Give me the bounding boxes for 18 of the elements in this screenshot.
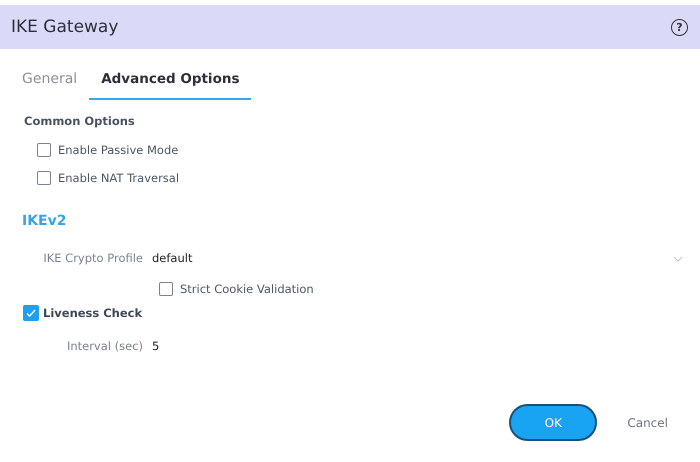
window-title: IKE Gateway [11,17,118,37]
checkbox[interactable] [23,305,39,321]
dropdown-field[interactable]: default [152,251,683,265]
cancel-button[interactable]: Cancel [627,416,668,430]
checkbox[interactable] [37,143,51,157]
help-icon[interactable]: ? [671,18,688,36]
section-heading: IKEv2 [22,213,68,229]
checkbox-label: Strict Cookie Validation [180,282,314,296]
tab[interactable]: Advanced Options [89,71,252,100]
checkbox[interactable] [159,282,173,296]
input-field[interactable]: 5 [152,339,160,353]
checkbox-label: Liveness Check [43,306,142,320]
field-label: Interval (sec) [66,339,144,353]
field-label: IKE Crypto Profile [42,251,144,265]
checkbox-label: Enable Passive Mode [58,143,178,157]
checkbox-label: Enable NAT Traversal [58,171,180,185]
checkbox[interactable] [37,171,51,185]
section-heading: Common Options [24,114,136,128]
